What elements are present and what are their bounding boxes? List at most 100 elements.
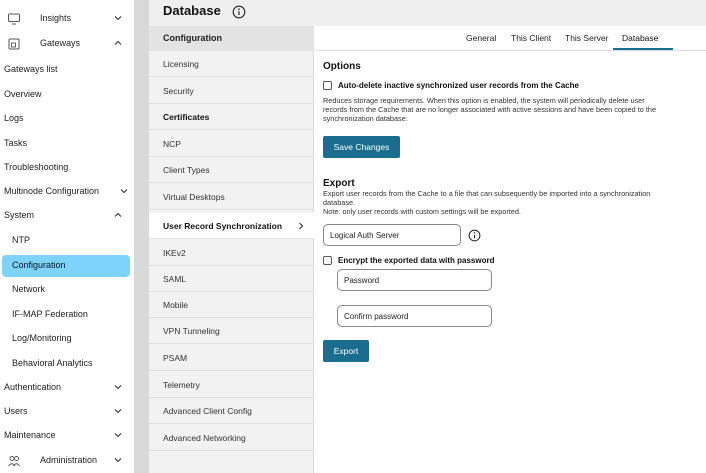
chevron-down-icon	[120, 189, 128, 194]
nav-item-gateways-list[interactable]: Gateways list	[0, 59, 134, 81]
auto-delete-checkbox[interactable]	[323, 81, 332, 90]
export-description-line: Note: only user records with custom sett…	[323, 207, 521, 216]
main-panel: General This Client This Server Database…	[315, 26, 706, 473]
tab-database[interactable]: Database	[622, 33, 658, 43]
chevron-down-icon	[114, 16, 122, 21]
export-title: Export	[323, 178, 355, 189]
nav-item-multinode-configuration[interactable]: Multinode Configuration	[0, 181, 134, 203]
chevron-down-icon	[114, 458, 122, 463]
nav-item-gateways[interactable]: Gateways	[0, 33, 134, 55]
configuration-menu-heading: Configuration	[149, 26, 314, 51]
options-title: Options	[323, 61, 361, 72]
nav-item-label: System	[4, 210, 35, 220]
nav-item-users[interactable]: Users	[0, 401, 134, 423]
config-item-mobile[interactable]: Mobile	[149, 292, 314, 318]
config-item-label: Certificates	[163, 112, 210, 122]
nav-item-log-monitoring[interactable]: Log/Monitoring	[0, 328, 134, 350]
auth-server-select[interactable]: Logical Auth Server	[323, 224, 461, 246]
config-item-security[interactable]: Security	[149, 78, 314, 104]
nav-item-label: Gateways list	[4, 64, 58, 74]
nav-item-label: Configuration	[12, 260, 66, 270]
config-item-label: Advanced Networking	[163, 433, 246, 443]
nav-item-label: Administration	[40, 455, 98, 465]
config-item-label: VPN Tunneling	[163, 326, 220, 336]
auto-delete-label: Auto-delete inactive synchronized user r…	[338, 81, 579, 90]
info-icon[interactable]	[232, 5, 246, 19]
page-title: Database	[163, 3, 221, 18]
config-item-psam[interactable]: PSAM	[149, 345, 314, 371]
config-item-label: Mobile	[163, 300, 189, 310]
nav-item-label: Authentication	[4, 382, 62, 392]
config-item-saml[interactable]: SAML	[149, 266, 314, 292]
nav-item-insights[interactable]: Insights	[0, 8, 134, 30]
chevron-down-icon	[114, 385, 122, 390]
config-item-certificates[interactable]: Certificates	[149, 104, 314, 130]
export-description-line: Export user records from the Cache to a …	[323, 189, 651, 198]
tab-this-client[interactable]: This Client	[511, 33, 551, 43]
config-item-licensing[interactable]: Licensing	[149, 51, 314, 77]
options-description-line: records from the Cache that are no longe…	[323, 105, 657, 114]
nav-item-if-map-federation[interactable]: IF-MAP Federation	[0, 304, 134, 326]
left-navigation: Insights Gateways Gateways list Overview…	[0, 0, 134, 473]
chevron-right-icon	[299, 222, 304, 230]
export-description-line: database.	[323, 198, 356, 207]
config-item-ikev2[interactable]: IKEv2	[149, 240, 314, 266]
config-item-label: SAML	[163, 274, 187, 284]
encrypt-checkbox[interactable]	[323, 256, 332, 265]
options-description-line: synchronization database.	[323, 114, 408, 123]
confirm-password-field[interactable]: Confirm password	[337, 305, 492, 327]
config-item-ncp[interactable]: NCP	[149, 131, 314, 157]
gateway-icon	[8, 38, 20, 50]
chevron-up-icon	[114, 40, 122, 45]
config-item-telemetry[interactable]: Telemetry	[149, 372, 314, 398]
config-item-label: PSAM	[163, 353, 188, 363]
config-item-label: Telemetry	[163, 380, 200, 390]
nav-item-label: IF-MAP Federation	[12, 309, 88, 319]
nav-item-behavioral-analytics[interactable]: Behavioral Analytics	[0, 353, 134, 375]
nav-item-tasks[interactable]: Tasks	[0, 133, 134, 155]
nav-item-label: Logs	[4, 113, 24, 123]
nav-item-system[interactable]: System	[0, 205, 134, 227]
config-item-advanced-client-config[interactable]: Advanced Client Config	[149, 398, 314, 424]
chevron-up-icon	[114, 212, 122, 217]
tab-this-server[interactable]: This Server	[565, 33, 608, 43]
nav-item-logs[interactable]: Logs	[0, 108, 134, 130]
nav-item-label: Log/Monitoring	[12, 333, 72, 343]
config-item-label: User Record Synchronization	[163, 221, 283, 231]
nav-item-label: Troubleshooting	[4, 162, 69, 172]
save-changes-button[interactable]: Save Changes	[323, 136, 400, 158]
monitor-icon	[8, 13, 20, 25]
password-field[interactable]: Password	[337, 269, 492, 291]
sidebar-scroll-gutter[interactable]	[134, 0, 149, 473]
nav-item-network[interactable]: Network	[0, 279, 134, 301]
nav-item-overview[interactable]: Overview	[0, 84, 134, 106]
config-item-virtual-desktops[interactable]: Virtual Desktops	[149, 184, 314, 210]
nav-item-ntp[interactable]: NTP	[0, 230, 134, 252]
config-item-vpn-tunneling[interactable]: VPN Tunneling	[149, 318, 314, 344]
nav-item-label: Multinode Configuration	[4, 186, 100, 196]
config-item-advanced-networking[interactable]: Advanced Networking	[149, 425, 314, 451]
configuration-menu: Configuration Licensing Security Certifi…	[149, 26, 314, 473]
config-item-label: NCP	[163, 139, 181, 149]
chevron-down-icon	[114, 409, 122, 414]
nav-item-administration[interactable]: Administration	[0, 450, 134, 472]
nav-item-label: NTP	[12, 235, 30, 245]
info-icon[interactable]	[468, 229, 481, 242]
chevron-down-icon	[114, 433, 122, 438]
config-item-user-record-synchronization[interactable]: User Record Synchronization	[149, 213, 314, 239]
nav-item-label: Users	[4, 406, 28, 416]
nav-item-configuration[interactable]: Configuration	[2, 255, 130, 277]
nav-item-authentication[interactable]: Authentication	[0, 377, 134, 399]
users-icon	[8, 456, 20, 467]
tab-general[interactable]: General	[466, 33, 496, 43]
nav-item-maintenance[interactable]: Maintenance	[0, 425, 134, 447]
encrypt-label: Encrypt the exported data with password	[338, 256, 495, 265]
export-button[interactable]: Export	[323, 340, 369, 362]
tab-bar: General This Client This Server Database	[315, 26, 706, 51]
nav-item-troubleshooting[interactable]: Troubleshooting	[0, 157, 134, 179]
config-item-label: Advanced Client Config	[163, 406, 252, 416]
active-tab-indicator	[613, 48, 673, 50]
nav-item-label: Insights	[40, 13, 72, 23]
nav-item-label: Maintenance	[4, 430, 56, 440]
config-item-client-types[interactable]: Client Types	[149, 157, 314, 183]
